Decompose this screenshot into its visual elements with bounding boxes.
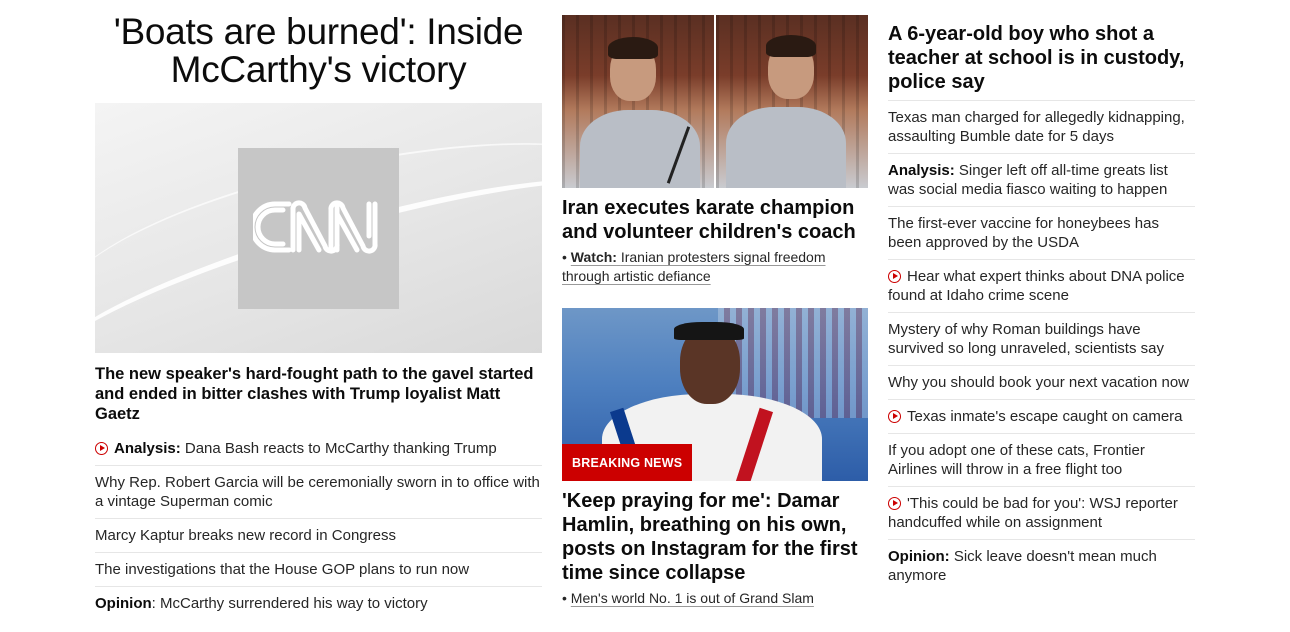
headline-link[interactable]: Analysis: Singer left off all-time great… (888, 154, 1195, 206)
list-item: 'This could be bad for you': WSJ reporte… (888, 487, 1195, 540)
headline-link[interactable]: Mystery of why Roman buildings have surv… (888, 313, 1195, 365)
headline-link[interactable]: Opinion: Sick leave doesn't mean much an… (888, 540, 1195, 592)
headline-link[interactable]: Hear what expert thinks about DNA police… (888, 260, 1195, 312)
list-item: Why Rep. Robert Garcia will be ceremonia… (95, 466, 542, 519)
related-link[interactable]: Marcy Kaptur breaks new record in Congre… (95, 519, 542, 552)
iran-headline-link[interactable]: Iran executes karate champion and volunt… (562, 196, 868, 244)
list-item: The investigations that the House GOP pl… (95, 553, 542, 587)
breaking-news-badge: BREAKING NEWS (562, 444, 693, 481)
related-link[interactable]: Opinion: McCarthy surrendered his way to… (95, 587, 542, 620)
related-link[interactable]: Why Rep. Robert Garcia will be ceremonia… (95, 466, 542, 518)
list-item: Marcy Kaptur breaks new record in Congre… (95, 519, 542, 553)
defendant-photo-right (716, 15, 868, 188)
list-item: Why you should book your next vacation n… (888, 366, 1195, 400)
link-text: The first-ever vaccine for honeybees has… (888, 215, 1159, 251)
headline-link[interactable]: Why you should book your next vacation n… (888, 366, 1195, 399)
kicker-label: Analysis: (888, 162, 955, 179)
list-item: Opinion: Sick leave doesn't mean much an… (888, 540, 1195, 592)
kicker-label: Analysis: (114, 440, 181, 457)
cnn-logo-icon (253, 200, 378, 254)
headline-link[interactable]: If you adopt one of these cats, Frontier… (888, 434, 1195, 486)
list-item: The first-ever vaccine for honeybees has… (888, 207, 1195, 260)
iran-story-image[interactable] (562, 15, 868, 188)
link-text: Texas man charged for allegedly kidnappi… (888, 109, 1185, 145)
hamlin-story-image[interactable]: BREAKING NEWS (562, 308, 868, 481)
sport-related: • Men's world No. 1 is out of Grand Slam (562, 590, 814, 606)
figure-body (726, 107, 846, 188)
link-text: 'This could be bad for you': WSJ reporte… (888, 495, 1178, 531)
link-text: Dana Bash reacts to McCarthy thanking Tr… (180, 440, 497, 457)
play-icon (888, 497, 901, 510)
kicker-label: Opinion: (888, 548, 950, 565)
watch-related: • Watch: Iranian protesters signal freed… (562, 249, 826, 284)
hamlin-headline-link[interactable]: 'Keep praying for me': Damar Hamlin, bre… (562, 489, 868, 585)
headline-link[interactable]: Texas man charged for allegedly kidnappi… (888, 101, 1195, 153)
link-text: Why you should book your next vacation n… (888, 374, 1190, 391)
link-text: If you adopt one of these cats, Frontier… (888, 442, 1145, 478)
link-text: : McCarthy surrendered his way to victor… (151, 595, 428, 612)
lead-headline-link[interactable]: 'Boats are burned': Inside McCarthy's vi… (95, 13, 542, 89)
list-item: Hear what expert thinks about DNA police… (888, 260, 1195, 313)
list-item: Analysis: Dana Bash reacts to McCarthy t… (95, 432, 542, 466)
link-text: Hear what expert thinks about DNA police… (888, 268, 1185, 304)
watch-link[interactable]: Watch: Iranian protesters signal freedom… (562, 249, 826, 284)
headline-link[interactable]: The first-ever vaccine for honeybees has… (888, 207, 1195, 259)
right-headlines-list: Texas man charged for allegedly kidnappi… (888, 100, 1195, 592)
cnn-logo-placeholder (238, 148, 399, 309)
play-icon (95, 442, 108, 455)
right-headline-link[interactable]: A 6-year-old boy who shot a teacher at s… (888, 22, 1188, 94)
headband (674, 322, 744, 340)
lead-image[interactable] (95, 103, 542, 353)
headline-link[interactable]: Texas inmate's escape caught on camera (888, 400, 1195, 433)
list-item: Analysis: Singer left off all-time great… (888, 154, 1195, 207)
headline-link[interactable]: 'This could be bad for you': WSJ reporte… (888, 487, 1195, 539)
link-text: Marcy Kaptur breaks new record in Congre… (95, 527, 396, 544)
list-item: If you adopt one of these cats, Frontier… (888, 434, 1195, 487)
related-link[interactable]: Men's world No. 1 is out of Grand Slam (571, 590, 814, 606)
lead-story-column: 'Boats are burned': Inside McCarthy's vi… (95, 0, 542, 612)
figure-hair (608, 37, 658, 59)
link-text: Mystery of why Roman buildings have surv… (888, 321, 1164, 357)
lead-description-link[interactable]: The new speaker's hard-fought path to th… (95, 364, 542, 424)
list-item: Texas man charged for allegedly kidnappi… (888, 101, 1195, 154)
lead-related-list: Analysis: Dana Bash reacts to McCarthy t… (95, 432, 542, 620)
link-text: Texas inmate's escape caught on camera (907, 408, 1183, 425)
related-link[interactable]: Analysis: Dana Bash reacts to McCarthy t… (95, 432, 542, 465)
link-text: The investigations that the House GOP pl… (95, 561, 470, 578)
figure-hair (766, 35, 816, 57)
list-item: Opinion: McCarthy surrendered his way to… (95, 587, 542, 620)
play-icon (888, 270, 901, 283)
play-icon (888, 410, 901, 423)
list-item: Mystery of why Roman buildings have surv… (888, 313, 1195, 366)
related-link[interactable]: The investigations that the House GOP pl… (95, 553, 542, 586)
link-text: Why Rep. Robert Garcia will be ceremonia… (95, 474, 540, 510)
kicker-label: Watch: (570, 249, 617, 265)
defendant-photo-left (562, 15, 714, 188)
list-item: Texas inmate's escape caught on camera (888, 400, 1195, 434)
kicker-label: Opinion (95, 595, 152, 612)
